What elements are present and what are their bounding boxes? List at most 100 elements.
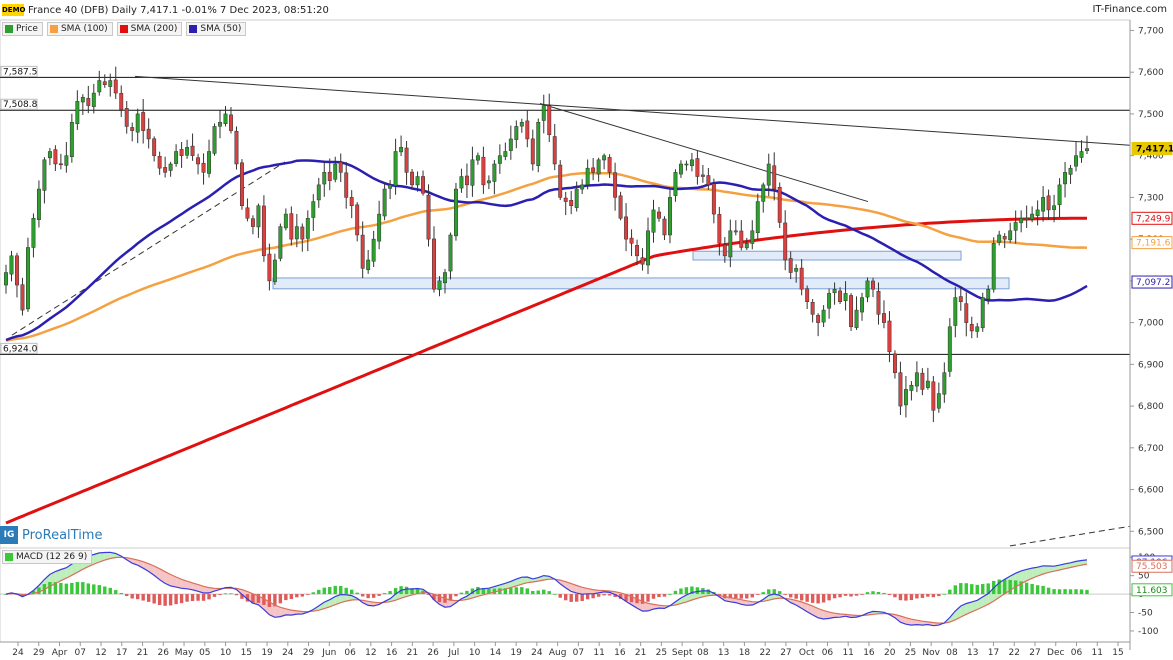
macd-legend[interactable]: MACD (12 26 9) bbox=[2, 550, 93, 564]
macd-histogram-bar bbox=[311, 592, 315, 595]
macd-histogram-bar bbox=[300, 594, 305, 597]
x-tick-label: Dec bbox=[1047, 648, 1064, 658]
y-tick-label: 6,800 bbox=[1138, 402, 1164, 412]
candle-up bbox=[272, 259, 277, 283]
candle-down bbox=[245, 207, 250, 219]
candle-up bbox=[135, 113, 140, 133]
candle-down bbox=[119, 93, 124, 110]
level-label: 7,587.5 bbox=[3, 67, 37, 77]
legend-label: SMA (100) bbox=[60, 24, 108, 34]
price-badge-label: 7,417.1 bbox=[1136, 145, 1173, 155]
candle-up bbox=[860, 297, 864, 313]
candles bbox=[4, 66, 1089, 423]
candle-up bbox=[459, 176, 464, 189]
macd-histogram-bar bbox=[514, 587, 519, 595]
macd-histogram-bar bbox=[267, 594, 272, 607]
x-tick-label: 24 bbox=[282, 648, 294, 658]
y-tick-label: 6,500 bbox=[1138, 527, 1164, 537]
macd-histogram-bar bbox=[794, 594, 798, 599]
candle-up bbox=[651, 209, 656, 233]
candle-down bbox=[629, 237, 634, 244]
candle-up bbox=[448, 234, 453, 272]
macd-histogram-bar bbox=[1068, 589, 1073, 595]
macd-histogram-bar bbox=[838, 594, 842, 598]
support-zone-lower bbox=[272, 277, 1010, 290]
x-tick-label: Jul bbox=[447, 648, 459, 658]
x-tick-label: 07 bbox=[75, 648, 86, 658]
candle-up bbox=[174, 151, 179, 164]
macd-histogram-bar bbox=[904, 594, 908, 601]
legend-sma100[interactable]: SMA (100) bbox=[46, 22, 113, 36]
candle-down bbox=[404, 147, 409, 173]
legend-price[interactable]: Price bbox=[2, 22, 43, 36]
candle-up bbox=[42, 159, 47, 191]
y-tick-label: 7,300 bbox=[1138, 193, 1164, 203]
x-tick-label: 15 bbox=[1112, 648, 1123, 658]
x-tick-label: 11 bbox=[1092, 648, 1103, 658]
macd-histogram-bar bbox=[509, 587, 513, 595]
candle-up bbox=[377, 213, 382, 242]
macd-histogram-bar bbox=[898, 594, 903, 601]
macd-histogram-bar bbox=[893, 594, 897, 598]
candle-up bbox=[914, 372, 919, 387]
macd-panel bbox=[0, 551, 1130, 627]
candle-up bbox=[31, 218, 36, 248]
candle-up bbox=[256, 205, 261, 228]
candle-down bbox=[146, 128, 151, 140]
candle-up bbox=[843, 293, 848, 301]
macd-histogram-bar bbox=[745, 594, 749, 599]
x-tick-label: 13 bbox=[718, 648, 729, 658]
candle-down bbox=[421, 176, 425, 194]
macd-histogram-bar bbox=[92, 584, 96, 595]
macd-histogram-bar bbox=[146, 594, 151, 602]
macd-histogram-bar bbox=[218, 594, 222, 595]
candle-up bbox=[333, 163, 338, 180]
macd-histogram-bar bbox=[278, 594, 283, 604]
candle-down bbox=[958, 296, 963, 302]
candle-down bbox=[360, 234, 365, 269]
candle-up bbox=[185, 147, 190, 156]
x-tick-label: 29 bbox=[33, 648, 45, 658]
macd-histogram-bar bbox=[854, 594, 859, 596]
candle-up bbox=[1035, 209, 1040, 216]
candle-up bbox=[668, 197, 672, 236]
macd-histogram-bar bbox=[909, 594, 914, 601]
candle-down bbox=[432, 238, 436, 290]
candle-up bbox=[514, 126, 519, 140]
candle-down bbox=[816, 315, 821, 323]
moving-averages bbox=[5, 159, 1088, 525]
candle-up bbox=[1008, 230, 1013, 241]
macd-histogram-bar bbox=[778, 591, 782, 595]
x-tick-label: 26 bbox=[158, 648, 170, 658]
macd-histogram-bar bbox=[108, 587, 112, 595]
macd-histogram-bar bbox=[646, 594, 650, 602]
candle-up bbox=[750, 230, 755, 244]
candle-up bbox=[75, 101, 80, 124]
x-tick-label: 06 bbox=[1071, 648, 1083, 658]
legend-label: Price bbox=[16, 24, 38, 34]
candle-up bbox=[322, 172, 327, 185]
x-tick-label: 17 bbox=[988, 648, 999, 658]
candle-down bbox=[240, 162, 244, 206]
candle-down bbox=[355, 204, 360, 236]
macd-histogram-bar bbox=[948, 589, 952, 595]
macd-histogram-bar bbox=[64, 583, 69, 595]
macd-histogram-bar bbox=[668, 594, 672, 595]
candle-up bbox=[64, 155, 69, 166]
macd-histogram-bar bbox=[739, 594, 744, 599]
x-tick-label: 10 bbox=[220, 648, 232, 658]
candle-up bbox=[443, 272, 447, 284]
legend-sma50[interactable]: SMA (50) bbox=[186, 22, 247, 36]
macd-histogram-bar bbox=[344, 587, 348, 595]
site-brand: IT-Finance.com bbox=[1092, 4, 1167, 15]
x-tick-label: 06 bbox=[344, 648, 356, 658]
candle-down bbox=[772, 165, 777, 190]
macd-histogram-bar bbox=[536, 590, 540, 595]
price-badge-label: 7,191.6 bbox=[1136, 239, 1171, 249]
x-tick-label: 16 bbox=[386, 648, 398, 658]
x-tick-label: 25 bbox=[656, 648, 667, 658]
legend-swatch bbox=[5, 25, 13, 33]
indicator-legend: Price SMA (100) SMA (200) SMA (50) bbox=[2, 22, 247, 36]
legend-sma200[interactable]: SMA (200) bbox=[116, 22, 183, 36]
candle-up bbox=[1074, 155, 1078, 167]
